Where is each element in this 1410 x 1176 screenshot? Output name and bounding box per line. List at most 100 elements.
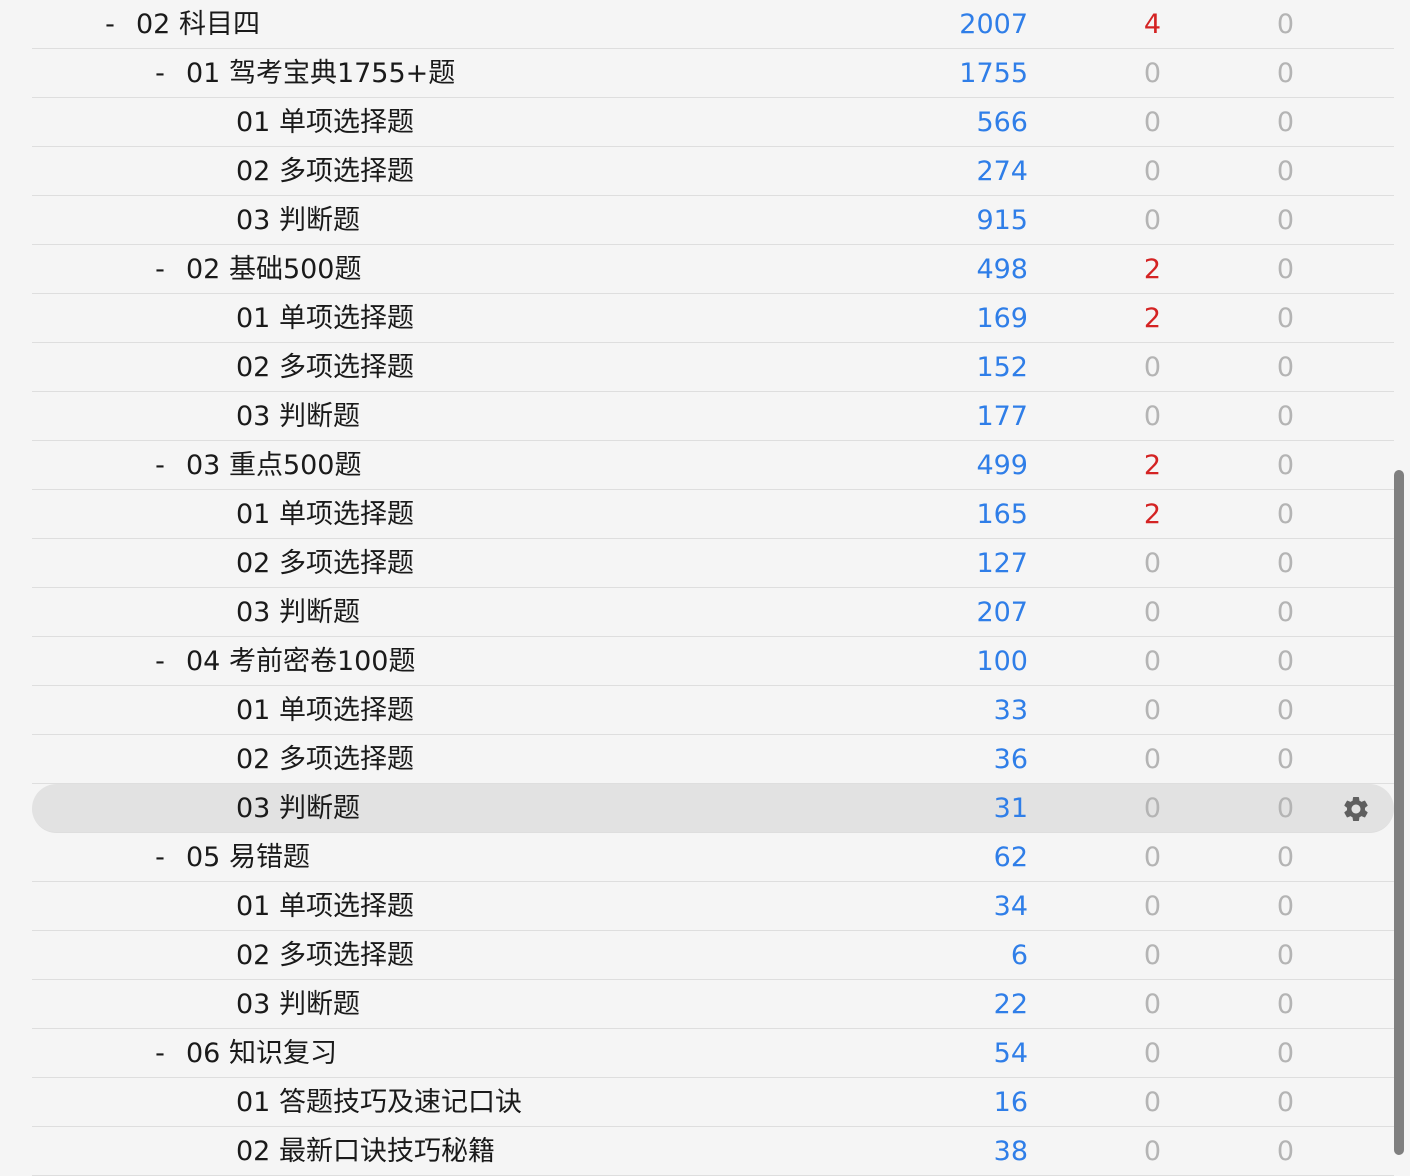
deck-name-link[interactable]: 03 重点500题 xyxy=(186,441,361,490)
collapse-toggle[interactable]: - xyxy=(150,833,170,882)
learn-count: 0 xyxy=(1143,1136,1161,1167)
new-count: 499 xyxy=(976,450,1028,481)
learn-count: 2 xyxy=(1143,499,1161,530)
deck-row[interactable]: -04 考前密卷100题 100 0 0 xyxy=(32,637,1394,686)
new-count: 62 xyxy=(993,842,1028,873)
deck-name-link[interactable]: 02 基础500题 xyxy=(186,245,361,294)
deck-name-link[interactable]: 04 考前密卷100题 xyxy=(186,637,415,686)
deck-row[interactable]: -02 基础500题 498 2 0 xyxy=(32,245,1394,294)
deck-row[interactable]: 03 判断题 177 0 0 xyxy=(32,392,1394,441)
new-count: 31 xyxy=(993,793,1028,824)
new-count: 33 xyxy=(993,695,1028,726)
deck-row[interactable]: 01 单项选择题 34 0 0 xyxy=(32,882,1394,931)
new-count: 54 xyxy=(993,1038,1028,1069)
deck-row[interactable]: 02 最新口诀技巧秘籍 38 0 0 xyxy=(32,1127,1394,1176)
collapse-toggle[interactable]: - xyxy=(150,1029,170,1078)
learn-count: 2 xyxy=(1143,303,1161,334)
learn-count: 0 xyxy=(1143,156,1161,187)
deck-name-link[interactable]: 01 答题技巧及速记口诀 xyxy=(236,1078,522,1127)
deck-name-link[interactable]: 03 判断题 xyxy=(236,588,360,637)
review-count: 0 xyxy=(1276,646,1294,677)
vertical-scrollbar[interactable] xyxy=(1394,470,1404,1155)
new-count: 36 xyxy=(993,744,1028,775)
learn-count: 0 xyxy=(1143,744,1161,775)
review-count: 0 xyxy=(1276,254,1294,285)
learn-count: 0 xyxy=(1143,989,1161,1020)
deck-row[interactable]: -06 知识复习 54 0 0 xyxy=(32,1029,1394,1078)
deck-row[interactable]: 01 单项选择题 33 0 0 xyxy=(32,686,1394,735)
deck-name-link[interactable]: 01 单项选择题 xyxy=(236,882,414,931)
collapse-toggle[interactable]: - xyxy=(150,245,170,294)
deck-name-link[interactable]: 01 单项选择题 xyxy=(236,98,414,147)
review-count: 0 xyxy=(1276,597,1294,628)
new-count: 22 xyxy=(993,989,1028,1020)
deck-row[interactable]: 03 判断题 22 0 0 xyxy=(32,980,1394,1029)
deck-row[interactable]: 02 多项选择题 36 0 0 xyxy=(32,735,1394,784)
deck-row[interactable]: 02 多项选择题 127 0 0 xyxy=(32,539,1394,588)
review-count: 0 xyxy=(1276,989,1294,1020)
review-count: 0 xyxy=(1276,499,1294,530)
review-count: 0 xyxy=(1276,891,1294,922)
deck-row[interactable]: 01 答题技巧及速记口诀 16 0 0 xyxy=(32,1078,1394,1127)
gear-icon[interactable] xyxy=(1341,794,1371,824)
deck-name-link[interactable]: 02 多项选择题 xyxy=(236,147,414,196)
deck-name-link[interactable]: 03 判断题 xyxy=(236,392,360,441)
deck-name-link[interactable]: 01 驾考宝典1755+题 xyxy=(186,49,455,98)
review-count: 0 xyxy=(1276,205,1294,236)
review-count: 0 xyxy=(1276,940,1294,971)
deck-name-link[interactable]: 01 单项选择题 xyxy=(236,490,414,539)
learn-count: 4 xyxy=(1143,9,1161,40)
deck-list: -02 科目四 2007 4 0-01 驾考宝典1755+题 1755 0 0 01 单项选择… xyxy=(32,0,1394,1176)
deck-name-link[interactable]: 06 知识复习 xyxy=(186,1029,337,1078)
deck-row[interactable]: 01 单项选择题 566 0 0 xyxy=(32,98,1394,147)
deck-name-link[interactable]: 05 易错题 xyxy=(186,833,310,882)
review-count: 0 xyxy=(1276,107,1294,138)
deck-row[interactable]: 02 多项选择题 152 0 0 xyxy=(32,343,1394,392)
review-count: 0 xyxy=(1276,744,1294,775)
new-count: 274 xyxy=(976,156,1028,187)
deck-name-link[interactable]: 03 判断题 xyxy=(236,784,360,833)
deck-name-link[interactable]: 02 科目四 xyxy=(136,0,260,49)
deck-name-link[interactable]: 01 单项选择题 xyxy=(236,686,414,735)
new-count: 177 xyxy=(976,401,1028,432)
review-count: 0 xyxy=(1276,1087,1294,1118)
deck-row[interactable]: -03 重点500题 499 2 0 xyxy=(32,441,1394,490)
deck-name-link[interactable]: 02 多项选择题 xyxy=(236,539,414,588)
new-count: 152 xyxy=(976,352,1028,383)
review-count: 0 xyxy=(1276,401,1294,432)
deck-row[interactable]: 03 判断题 207 0 0 xyxy=(32,588,1394,637)
review-count: 0 xyxy=(1276,695,1294,726)
deck-row[interactable]: 01 单项选择题 165 2 0 xyxy=(32,490,1394,539)
deck-row[interactable]: 02 多项选择题 6 0 0 xyxy=(32,931,1394,980)
review-count: 0 xyxy=(1276,58,1294,89)
learn-count: 0 xyxy=(1143,107,1161,138)
collapse-toggle[interactable]: - xyxy=(150,49,170,98)
review-count: 0 xyxy=(1276,793,1294,824)
deck-name-link[interactable]: 02 多项选择题 xyxy=(236,931,414,980)
collapse-toggle[interactable]: - xyxy=(150,637,170,686)
new-count: 100 xyxy=(976,646,1028,677)
deck-name-link[interactable]: 03 判断题 xyxy=(236,196,360,245)
deck-name-link[interactable]: 03 判断题 xyxy=(236,980,360,1029)
deck-row[interactable]: 03 判断题 31 0 0 xyxy=(32,784,1394,833)
deck-row[interactable]: -05 易错题 62 0 0 xyxy=(32,833,1394,882)
deck-row[interactable]: -01 驾考宝典1755+题 1755 0 0 xyxy=(32,49,1394,98)
learn-count: 2 xyxy=(1143,450,1161,481)
deck-row[interactable]: -02 科目四 2007 4 0 xyxy=(32,0,1394,49)
deck-name-link[interactable]: 02 多项选择题 xyxy=(236,343,414,392)
scrollbar-thumb[interactable] xyxy=(1394,470,1404,1155)
collapse-toggle[interactable]: - xyxy=(100,0,120,49)
new-count: 2007 xyxy=(959,9,1028,40)
new-count: 169 xyxy=(976,303,1028,334)
collapse-toggle[interactable]: - xyxy=(150,441,170,490)
deck-row[interactable]: 01 单项选择题 169 2 0 xyxy=(32,294,1394,343)
deck-row[interactable]: 03 判断题 915 0 0 xyxy=(32,196,1394,245)
deck-name-link[interactable]: 02 多项选择题 xyxy=(236,735,414,784)
new-count: 38 xyxy=(993,1136,1028,1167)
deck-row[interactable]: 02 多项选择题 274 0 0 xyxy=(32,147,1394,196)
learn-count: 0 xyxy=(1143,548,1161,579)
review-count: 0 xyxy=(1276,450,1294,481)
learn-count: 0 xyxy=(1143,891,1161,922)
deck-name-link[interactable]: 01 单项选择题 xyxy=(236,294,414,343)
deck-name-link[interactable]: 02 最新口诀技巧秘籍 xyxy=(236,1127,495,1176)
